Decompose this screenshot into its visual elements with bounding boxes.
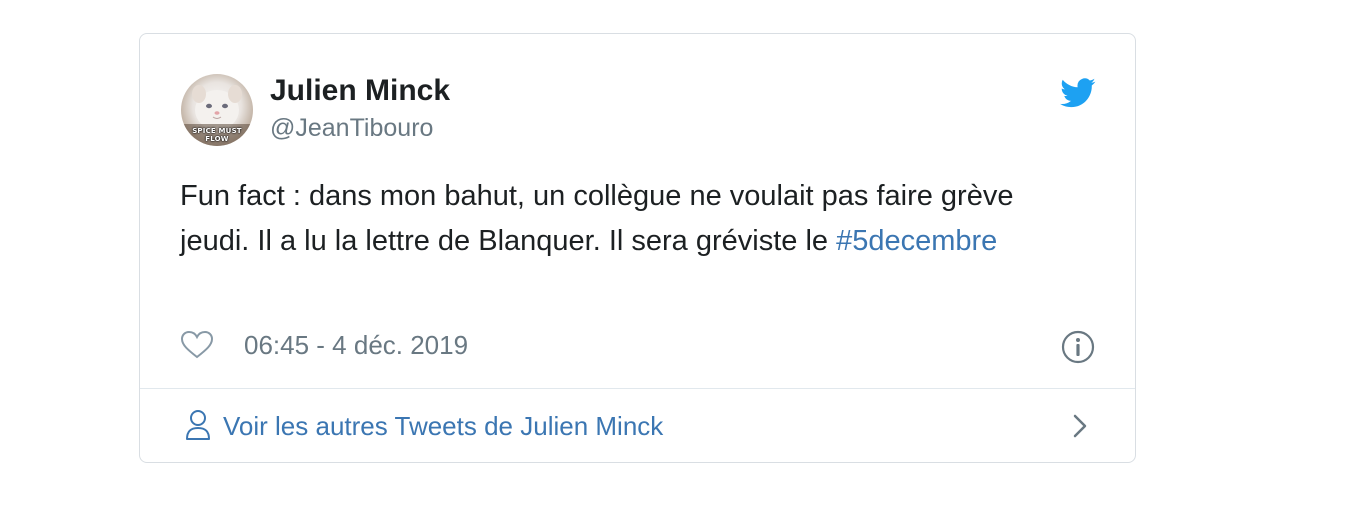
tweet-timestamp[interactable]: 06:45 - 4 déc. 2019 [244, 330, 468, 361]
avatar-caption: SPICE MUST FLOW [192, 127, 242, 143]
avatar[interactable]: SPICE MUST FLOW [181, 74, 253, 146]
tweet-text: Fun fact : dans mon bahut, un collègue n… [180, 174, 1080, 264]
tweet-card: SPICE MUST FLOW Julien Minck @JeanTibour… [139, 33, 1136, 463]
more-tweets-label[interactable]: Voir les autres Tweets de Julien Minck [223, 411, 663, 442]
hashtag-link[interactable]: #5decembre [836, 225, 997, 257]
person-icon [186, 410, 210, 440]
author-handle[interactable]: @JeanTibouro [270, 114, 433, 143]
author-display-name[interactable]: Julien Minck [270, 74, 450, 108]
heart-icon[interactable] [180, 330, 214, 360]
twitter-bird-icon[interactable] [1060, 78, 1096, 108]
more-tweets-link[interactable]: Voir les autres Tweets de Julien Minck [140, 389, 1135, 463]
tweet-meta: 06:45 - 4 déc. 2019 [180, 329, 1100, 365]
chevron-right-icon[interactable] [1070, 411, 1090, 441]
info-icon[interactable] [1060, 329, 1096, 365]
